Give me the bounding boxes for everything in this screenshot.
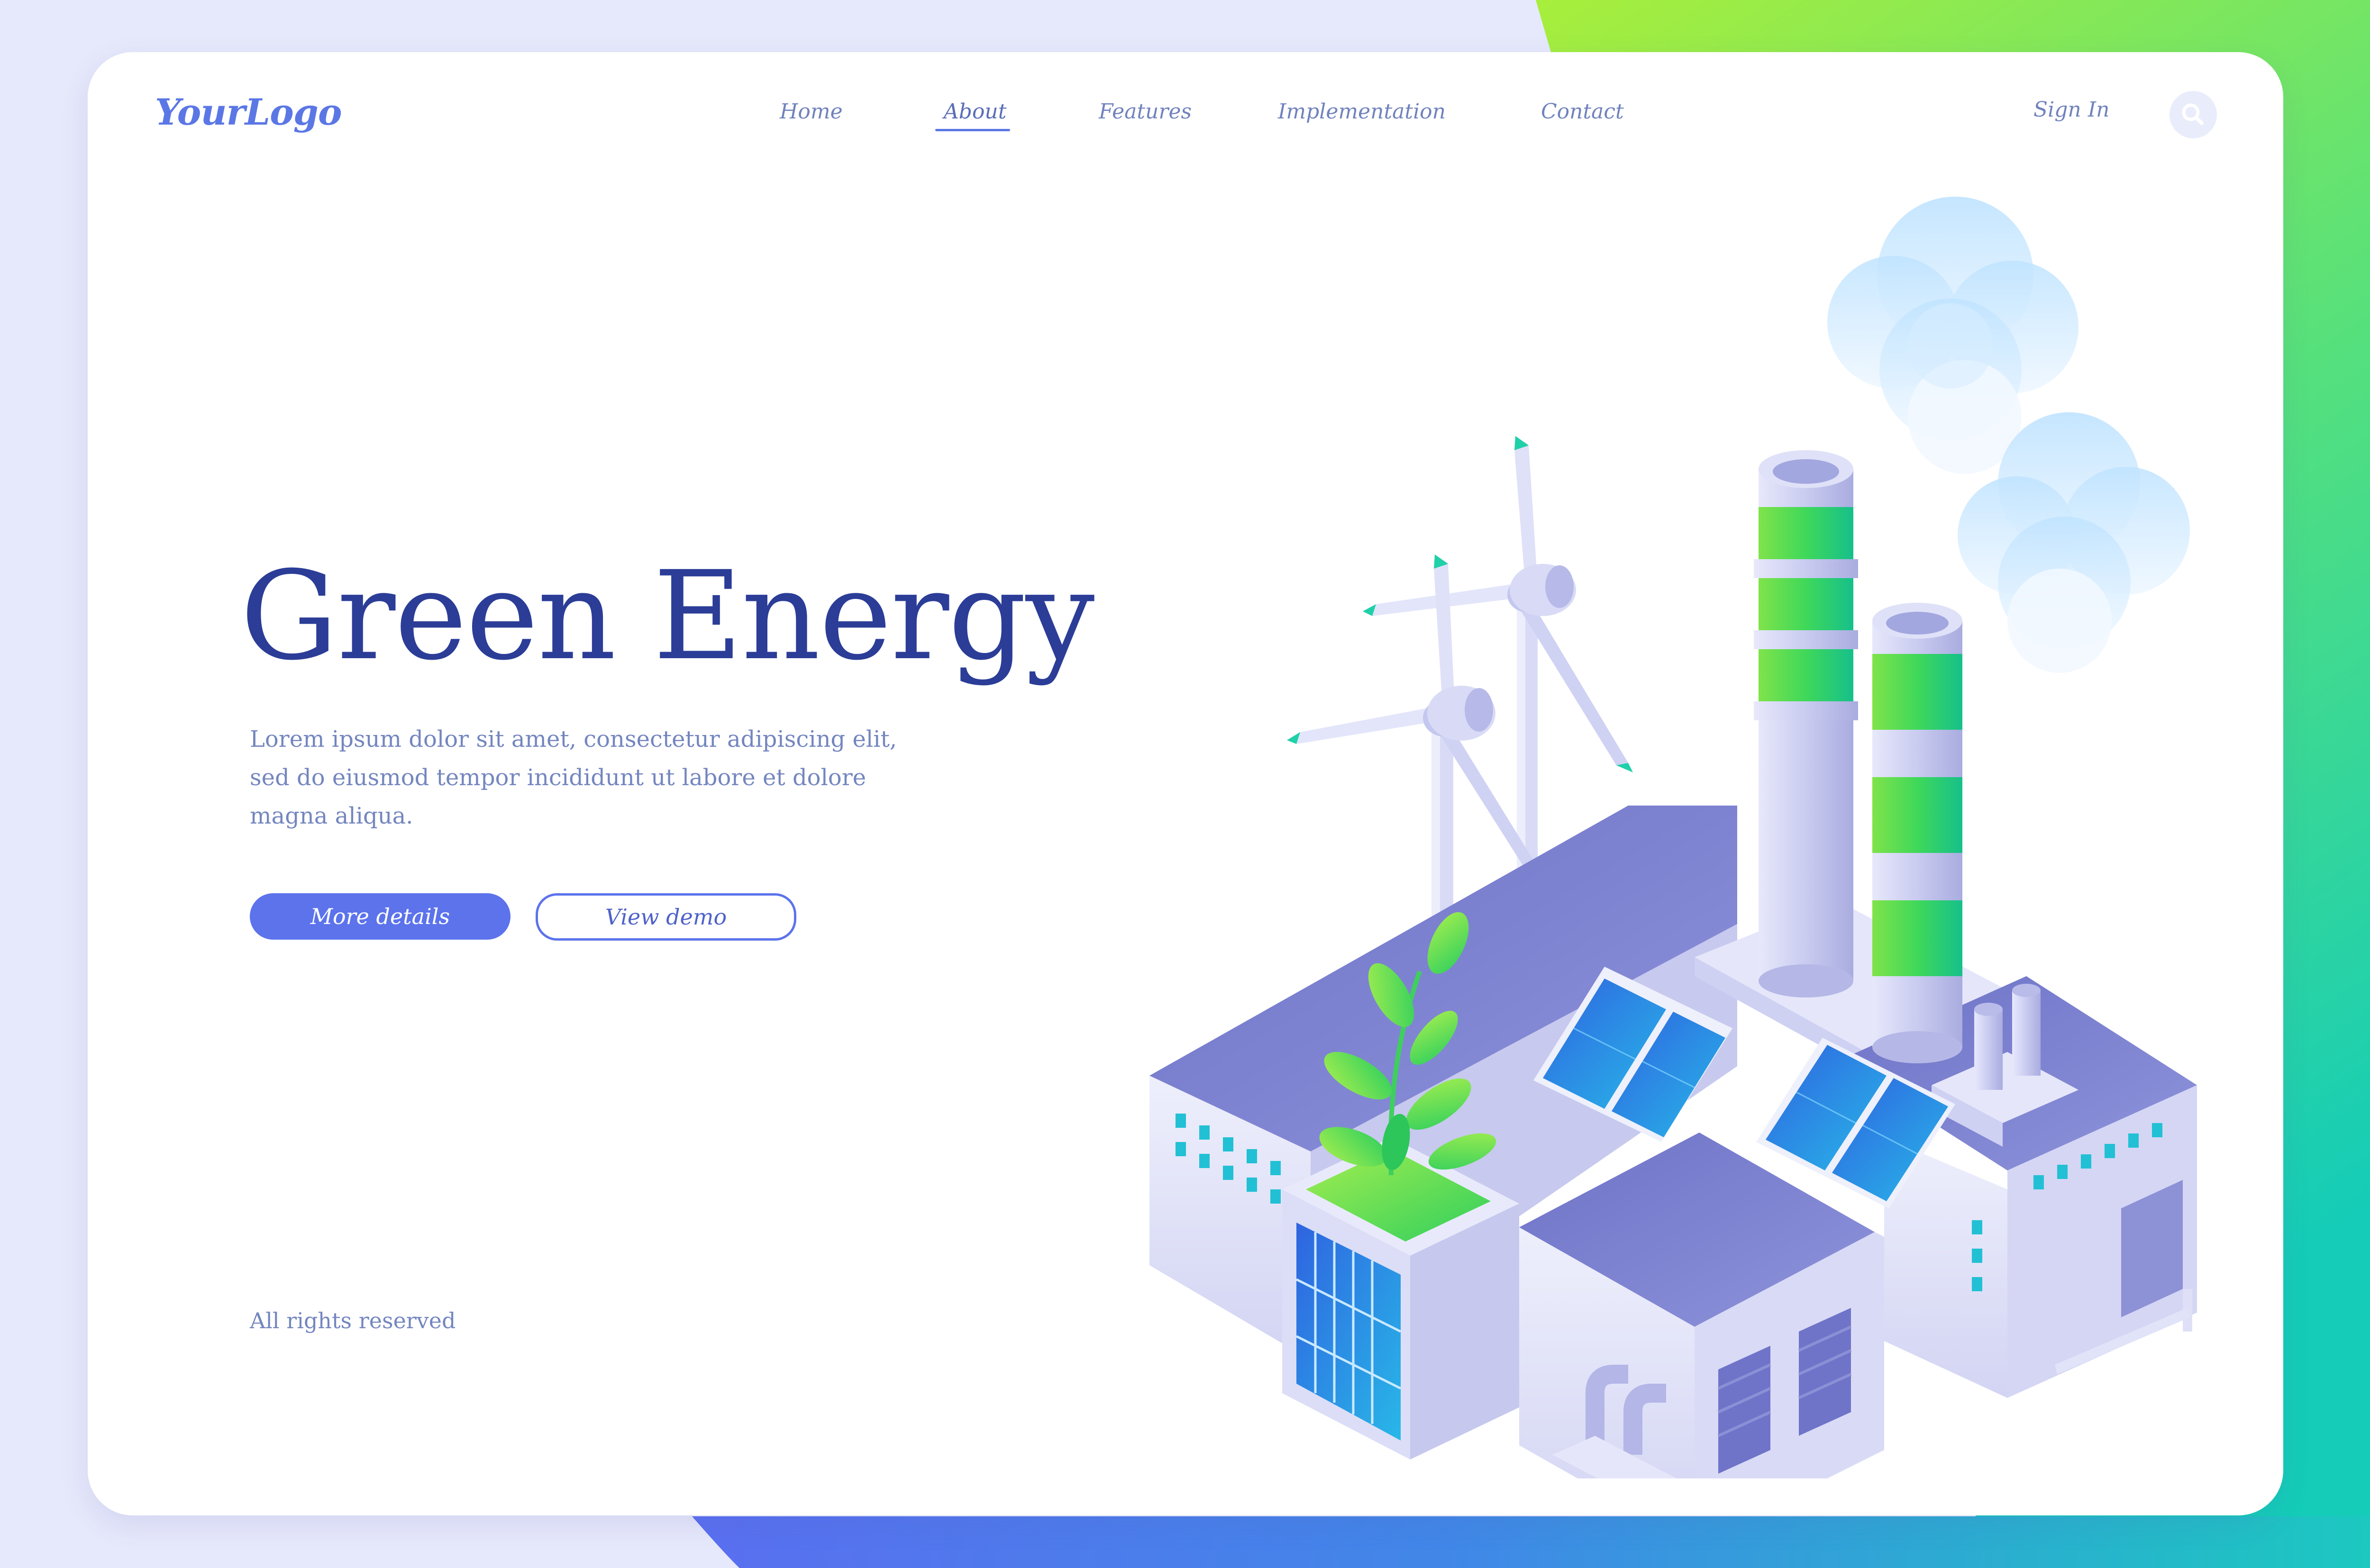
- search-button[interactable]: [2169, 91, 2217, 138]
- hero-description: Lorem ipsum dolor sit amet, consectetur …: [250, 726, 897, 829]
- nav-item-about[interactable]: About: [944, 100, 1006, 124]
- landing-card: YourLogo Home About Features Implementat…: [88, 52, 2283, 1515]
- search-icon: [2182, 103, 2204, 125]
- landing-page: YourLogo Home About Features Implementat…: [0, 0, 2370, 1568]
- active-nav-underline: [935, 129, 1010, 131]
- view-demo-button[interactable]: View demo: [536, 893, 796, 941]
- tall-chimney: [1754, 450, 1858, 997]
- nav-item-contact[interactable]: Contact: [1541, 100, 1624, 124]
- nav-item-features[interactable]: Features: [1099, 100, 1192, 124]
- sign-in-link[interactable]: Sign In: [2033, 98, 2109, 122]
- hero-title: Green Energy: [240, 545, 1094, 687]
- green-factory-illustration: [1149, 197, 2197, 1478]
- nav-item-implementation[interactable]: Implementation: [1278, 100, 1446, 124]
- short-chimney: [1872, 603, 1962, 1063]
- nav-item-home[interactable]: Home: [780, 100, 843, 124]
- more-details-button[interactable]: More details: [250, 893, 510, 940]
- top-nav: Home About Features Implementation Conta…: [88, 100, 2283, 137]
- factory-garage-building: [1519, 1133, 1884, 1478]
- copyright-text: All rights reserved: [250, 1308, 456, 1333]
